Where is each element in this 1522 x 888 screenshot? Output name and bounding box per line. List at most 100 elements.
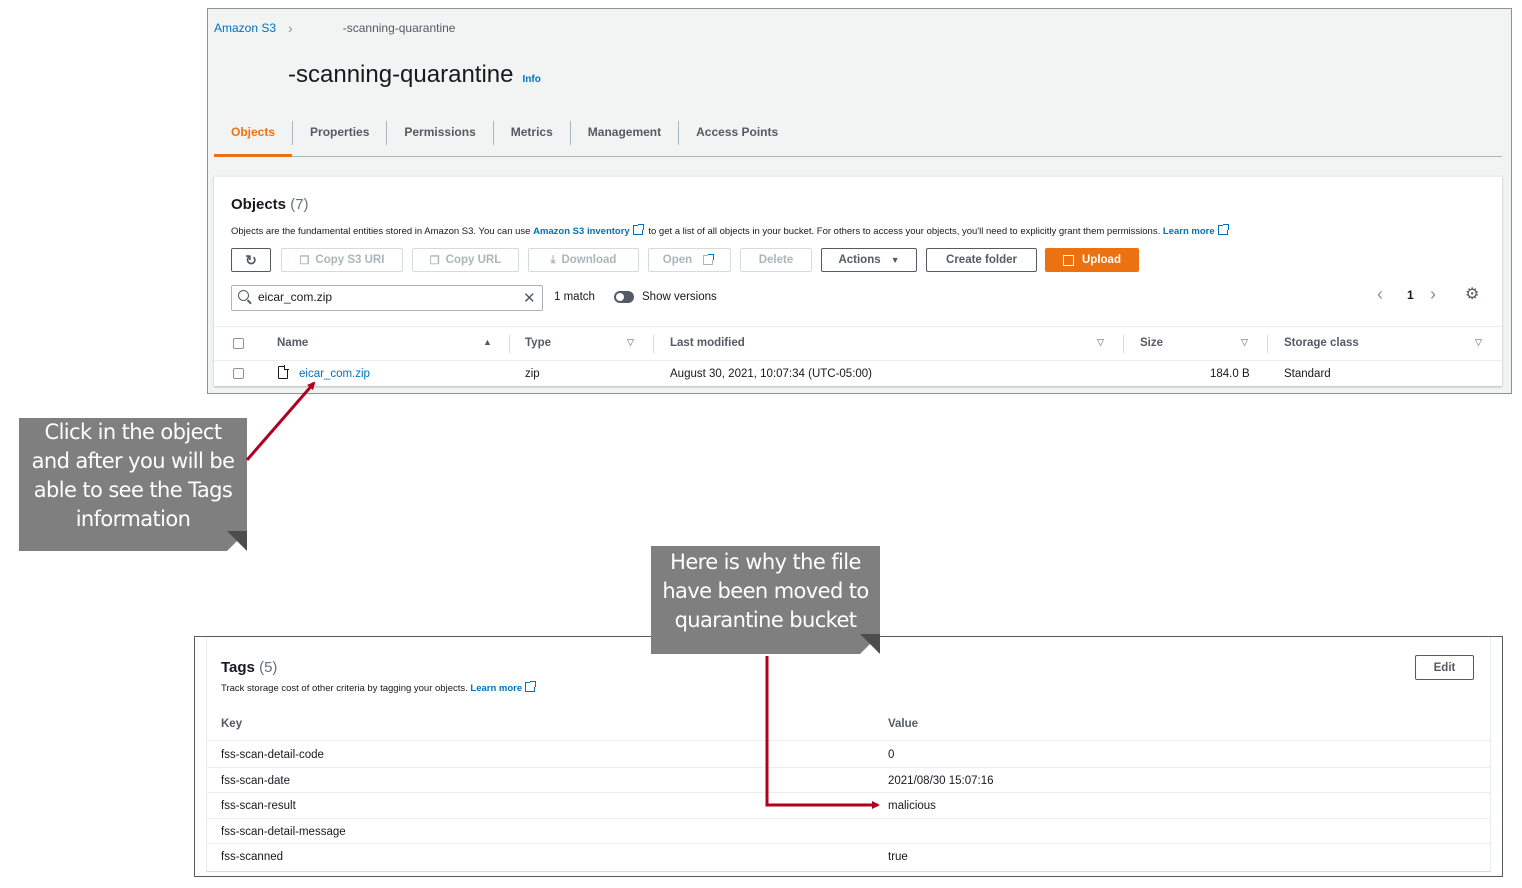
tags-heading: Tags (5) <box>221 659 277 676</box>
tag-key: fss-scanned <box>221 851 284 863</box>
sort-down-icon[interactable]: ▽ <box>1475 337 1482 348</box>
callout-line: Click in the object <box>44 420 223 444</box>
open-label: Open <box>662 254 693 266</box>
column-divider <box>653 335 654 353</box>
objects-table-header: Name ▲ Type ▽ Last modified ▽ Size ▽ Sto… <box>214 326 1502 361</box>
sort-down-icon[interactable]: ▽ <box>1097 337 1104 348</box>
s3-bucket-panel: Amazon S3 › -scanning-quarantine -scanni… <box>207 8 1512 394</box>
page-number[interactable]: 1 <box>1407 288 1414 302</box>
object-type: zip <box>525 368 540 380</box>
download-icon: ⤓ <box>550 253 556 266</box>
table-row: fss-scan-detail-code 0 <box>207 742 1490 768</box>
gear-icon[interactable]: ⚙ <box>1465 284 1479 304</box>
match-count: 1 match <box>554 291 595 303</box>
chevron-left-icon[interactable]: ‹ <box>1377 284 1383 305</box>
download-button[interactable]: ⤓ Download <box>528 248 639 272</box>
tab-properties[interactable]: Properties <box>293 119 386 157</box>
objects-heading: Objects (7) <box>231 196 309 213</box>
create-folder-button[interactable]: Create folder <box>926 248 1037 272</box>
table-row: fss-scan-detail-message <box>207 819 1490 844</box>
tab-metrics[interactable]: Metrics <box>494 119 570 157</box>
column-divider <box>1123 335 1124 353</box>
objects-title: Objects <box>231 196 287 213</box>
open-button[interactable]: Open <box>648 248 731 272</box>
tag-value: malicious <box>888 800 936 812</box>
upload-button[interactable]: Upload <box>1045 248 1139 272</box>
select-all-checkbox[interactable] <box>233 338 244 349</box>
objects-count: (7) <box>290 196 309 213</box>
breadcrumb: Amazon S3 › -scanning-quarantine <box>214 20 455 36</box>
callout-line: able to see the Tags <box>33 478 233 502</box>
search-icon <box>238 290 249 301</box>
tab-objects[interactable]: Objects <box>214 119 293 157</box>
external-link-icon <box>703 254 715 265</box>
callout-line: Here is why the file <box>670 550 861 574</box>
tag-key: fss-scan-detail-code <box>221 749 324 761</box>
caret-down-icon: ▼ <box>890 255 900 265</box>
row-checkbox[interactable] <box>233 368 244 379</box>
show-versions-label: Show versions <box>642 291 717 303</box>
col-type[interactable]: Type <box>525 337 551 349</box>
copy-url-label: Copy URL <box>445 254 502 266</box>
learn-more-link[interactable]: Learn more <box>1163 226 1215 237</box>
tags-card: Tags (5) Track storage cost of other cri… <box>206 637 1491 872</box>
tab-permissions[interactable]: Permissions <box>387 119 492 157</box>
copy-s3-uri-button[interactable]: ❐ Copy S3 URI <box>281 248 403 272</box>
col-size[interactable]: Size <box>1140 337 1163 349</box>
callout-fold <box>860 634 880 654</box>
tags-count: (5) <box>259 659 278 676</box>
col-name[interactable]: Name <box>277 337 308 349</box>
external-link-icon <box>1217 224 1229 235</box>
sort-down-icon[interactable]: ▽ <box>1241 337 1248 348</box>
search-input[interactable] <box>258 290 508 304</box>
info-link[interactable]: Info <box>522 74 540 85</box>
tags-desc-text: Track storage cost of other criteria by … <box>221 683 471 694</box>
inventory-link[interactable]: Amazon S3 inventory <box>533 226 630 237</box>
table-row: eicar_com.zip zip August 30, 2021, 10:07… <box>214 361 1502 387</box>
copy-icon: ❐ <box>299 254 310 267</box>
col-storage-class[interactable]: Storage class <box>1284 337 1359 349</box>
sort-down-icon[interactable]: ▽ <box>627 337 634 348</box>
file-icon <box>278 365 289 379</box>
breadcrumb-chevron-icon: › <box>288 20 293 36</box>
bucket-name: -scanning-quarantine <box>288 61 514 88</box>
col-value: Value <box>888 718 919 730</box>
col-last-modified[interactable]: Last modified <box>670 337 745 349</box>
arrow-to-object <box>245 381 316 461</box>
edit-tags-button[interactable]: Edit <box>1415 655 1474 680</box>
tab-access-points[interactable]: Access Points <box>679 119 795 157</box>
objects-description: Objects are the fundamental entities sto… <box>231 224 1231 237</box>
search-field[interactable]: ✕ <box>231 285 543 311</box>
refresh-button[interactable]: ↻ <box>231 248 271 272</box>
tab-management[interactable]: Management <box>571 119 678 157</box>
close-icon[interactable]: ✕ <box>523 289 536 307</box>
object-name-link[interactable]: eicar_com.zip <box>299 368 370 380</box>
tag-value: 0 <box>888 749 895 761</box>
callout-click-object: Click in the object and after you will b… <box>19 418 247 551</box>
column-divider <box>509 335 510 353</box>
tags-learn-more-link[interactable]: Learn more <box>470 683 522 694</box>
callout-why-moved: Here is why the file have been moved to … <box>651 546 880 654</box>
object-size: 184.0 B <box>1210 368 1250 380</box>
delete-button[interactable]: Delete <box>740 248 812 272</box>
column-divider <box>1267 335 1268 353</box>
sort-asc-icon[interactable]: ▲ <box>483 337 492 347</box>
actions-dropdown[interactable]: Actions ▼ <box>821 248 917 272</box>
chevron-right-icon[interactable]: › <box>1430 284 1436 305</box>
copy-url-button[interactable]: ❐ Copy URL <box>412 248 519 272</box>
col-key: Key <box>221 718 243 730</box>
callout-line: information <box>75 507 191 531</box>
external-link-icon <box>525 681 537 692</box>
copy-s3-uri-label: Copy S3 URI <box>315 254 385 266</box>
tags-title: Tags <box>221 659 255 676</box>
tags-description: Track storage cost of other criteria by … <box>221 681 538 694</box>
breadcrumb-amazon-s3[interactable]: Amazon S3 <box>214 21 276 35</box>
bucket-tabs: Objects Properties Permissions Metrics M… <box>214 119 1502 157</box>
show-versions-toggle[interactable] <box>614 291 634 303</box>
breadcrumb-current: -scanning-quarantine <box>342 21 456 35</box>
tag-key: fss-scan-detail-message <box>221 825 346 838</box>
upload-label: Upload <box>1082 254 1121 266</box>
tags-table-header: Key Value <box>207 711 1490 741</box>
upload-icon <box>1063 254 1074 266</box>
download-label: Download <box>561 254 617 266</box>
